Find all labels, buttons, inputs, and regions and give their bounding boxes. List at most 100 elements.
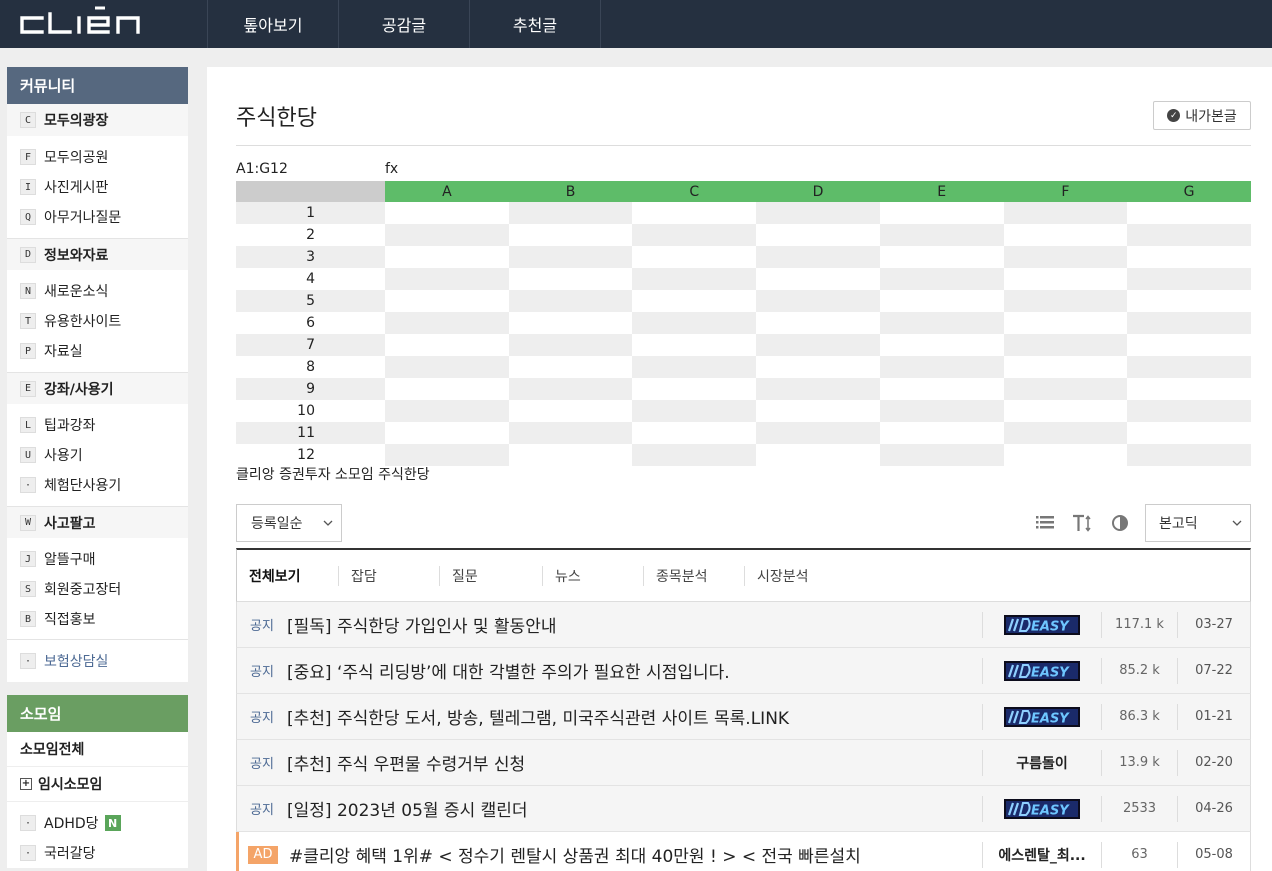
notice-row[interactable]: 공지 [추천] 주식 우편물 수령거부 신청 구름돌이 13.9 k 02-20 [236, 740, 1251, 786]
ad-title[interactable]: #클리앙 혜택 1위# < 정수기 렌탈시 상품권 최대 40만원 ! > < … [289, 842, 982, 867]
sidebar-section-reviews[interactable]: E 강좌/사용기 [7, 372, 188, 404]
sheet-cell[interactable] [632, 202, 757, 224]
column-header[interactable]: F [1003, 181, 1128, 202]
sidebar-item-running[interactable]: · 국러갈당 [7, 838, 188, 868]
sheet-cell[interactable] [756, 444, 880, 466]
row-number[interactable]: 10 [236, 400, 385, 422]
clien-logo[interactable] [18, 5, 158, 39]
sheet-cell[interactable] [756, 224, 880, 246]
sheet-cell[interactable] [756, 378, 880, 400]
sheet-cell[interactable] [756, 356, 880, 378]
column-header[interactable]: G [1127, 181, 1251, 202]
post-author[interactable]: 에스렌탈_최... [982, 841, 1101, 868]
sidebar-item-news[interactable]: N 새로운소식 [7, 276, 188, 306]
sheet-cell[interactable] [1127, 290, 1251, 312]
notice-row[interactable]: 공지 [중요] ‘주식 리딩방’에 대한 각별한 주의가 필요한 시점입니다. EA… [236, 648, 1251, 694]
sheet-cell[interactable] [385, 290, 509, 312]
post-title[interactable]: [일정] 2023년 05월 증시 캘린더 [287, 796, 982, 821]
sheet-cell[interactable] [385, 422, 509, 444]
sheet-cell[interactable] [508, 290, 633, 312]
column-header[interactable]: C [632, 181, 757, 202]
sheet-cell[interactable] [1003, 422, 1128, 444]
sidebar-item-files[interactable]: P 자료실 [7, 336, 188, 366]
post-title[interactable]: [추천] 주식 우편물 수령거부 신청 [287, 750, 982, 775]
sheet-cell[interactable] [508, 202, 633, 224]
sheet-cell[interactable] [756, 202, 880, 224]
sheet-cell[interactable] [1003, 268, 1128, 290]
sheet-cell[interactable] [632, 312, 757, 334]
sheet-cell[interactable] [1003, 378, 1128, 400]
post-title[interactable]: [추천] 주식한당 도서, 방송, 텔레그램, 미국주식관련 사이트 목록.LI… [287, 704, 982, 729]
sheet-cell[interactable] [1127, 334, 1251, 356]
notice-row[interactable]: 공지 [필독] 주식한당 가입인사 및 활동안내 EASY 117.1 k 03-27 [236, 602, 1251, 648]
row-number[interactable]: 3 [236, 246, 385, 268]
post-author[interactable]: EASY [982, 657, 1101, 684]
sheet-cell[interactable] [1003, 356, 1128, 378]
sheet-cell[interactable] [508, 400, 633, 422]
sheet-cell[interactable] [1003, 202, 1128, 224]
column-header[interactable]: E [879, 181, 1004, 202]
sheet-cell[interactable] [879, 334, 1004, 356]
sheet-cell[interactable] [1003, 290, 1128, 312]
sidebar-item-adhd[interactable]: · ADHD당 N [7, 808, 188, 838]
tab-question[interactable]: 질문 [439, 565, 542, 586]
sheet-cell[interactable] [1127, 246, 1251, 268]
sheet-cell[interactable] [1127, 202, 1251, 224]
sheet-cell[interactable] [508, 312, 633, 334]
sheet-cell[interactable] [385, 356, 509, 378]
sheet-cell[interactable] [508, 246, 633, 268]
post-title[interactable]: [필독] 주식한당 가입인사 및 활동안내 [287, 612, 982, 637]
sidebar-item-insurance[interactable]: · 보험상담실 [7, 646, 188, 676]
sheet-cell[interactable] [1127, 378, 1251, 400]
expand-plus-icon[interactable]: + [20, 778, 32, 790]
sheet-cell[interactable] [632, 224, 757, 246]
sheet-cell[interactable] [385, 312, 509, 334]
column-header[interactable]: B [508, 181, 633, 202]
sheet-cell[interactable] [879, 400, 1004, 422]
sheet-cell[interactable] [756, 400, 880, 422]
sheet-cell[interactable] [756, 422, 880, 444]
sheet-cell[interactable] [632, 378, 757, 400]
row-number[interactable]: 9 [236, 378, 385, 400]
sidebar-item-all-groups[interactable]: 소모임전체 [7, 732, 188, 767]
viewed-posts-button[interactable]: ✓ 내가본글 [1153, 101, 1251, 130]
sheet-cell[interactable] [385, 224, 509, 246]
sidebar-item-usage[interactable]: U 사용기 [7, 440, 188, 470]
row-number[interactable]: 2 [236, 224, 385, 246]
row-number[interactable]: 1 [236, 202, 385, 224]
sheet-cell[interactable] [1127, 356, 1251, 378]
notice-row[interactable]: 공지 [추천] 주식한당 도서, 방송, 텔레그램, 미국주식관련 사이트 목록.… [236, 694, 1251, 740]
sheet-cell[interactable] [508, 334, 633, 356]
post-author[interactable]: EASY [982, 611, 1101, 638]
sheet-cell[interactable] [756, 290, 880, 312]
sheet-cell[interactable] [508, 422, 633, 444]
post-title[interactable]: [중요] ‘주식 리딩방’에 대한 각별한 주의가 필요한 시점입니다. [287, 658, 982, 683]
sheet-cell[interactable] [1127, 224, 1251, 246]
sheet-cell[interactable] [385, 378, 509, 400]
sheet-cell[interactable] [879, 422, 1004, 444]
sheet-cell[interactable] [879, 444, 1004, 466]
sheet-cell[interactable] [385, 246, 509, 268]
tab-all[interactable]: 전체보기 [237, 566, 338, 586]
sheet-cell[interactable] [879, 268, 1004, 290]
sheet-cell[interactable] [756, 334, 880, 356]
contrast-icon[interactable] [1110, 513, 1130, 533]
ad-row[interactable]: AD #클리앙 혜택 1위# < 정수기 렌탈시 상품권 최대 40만원 ! > … [236, 832, 1251, 871]
sheet-cell[interactable] [508, 356, 633, 378]
nav-recommended[interactable]: 추천글 [470, 0, 601, 48]
sheet-cell[interactable] [879, 202, 1004, 224]
text-size-icon[interactable] [1072, 513, 1092, 533]
sheet-cell[interactable] [1003, 400, 1128, 422]
row-number[interactable]: 6 [236, 312, 385, 334]
sheet-cell[interactable] [879, 290, 1004, 312]
sidebar-item-question[interactable]: Q 아무거나질문 [7, 202, 188, 232]
sheet-cell[interactable] [1003, 334, 1128, 356]
row-number[interactable]: 5 [236, 290, 385, 312]
sheet-cell[interactable] [879, 246, 1004, 268]
sidebar-item-temp-groups[interactable]: + 임시소모임 [7, 767, 188, 802]
sheet-cell[interactable] [385, 334, 509, 356]
sort-dropdown[interactable]: 등록일순 [236, 504, 342, 542]
row-number[interactable]: 7 [236, 334, 385, 356]
sheet-cell[interactable] [632, 422, 757, 444]
tab-market-analysis[interactable]: 시장분석 [744, 565, 845, 586]
